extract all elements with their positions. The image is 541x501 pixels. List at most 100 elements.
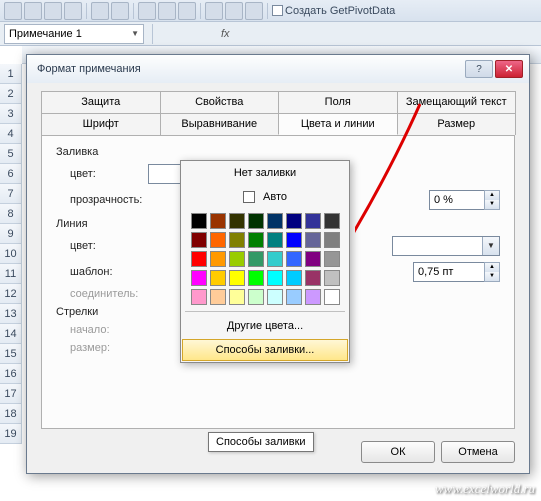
row-header[interactable]: 4 xyxy=(0,124,22,144)
tab-margins[interactable]: Поля xyxy=(278,91,398,113)
ribbon-icon-5[interactable] xyxy=(91,2,109,20)
color-swatch[interactable] xyxy=(210,251,226,267)
color-swatch[interactable] xyxy=(248,213,264,229)
color-swatch[interactable] xyxy=(248,232,264,248)
no-fill-item[interactable]: Нет заливки xyxy=(181,161,349,185)
ribbon-icon-12[interactable] xyxy=(245,2,263,20)
color-swatch[interactable] xyxy=(267,270,283,286)
color-swatch[interactable] xyxy=(248,270,264,286)
getpivot-checkbox[interactable] xyxy=(272,5,283,16)
color-swatch[interactable] xyxy=(210,270,226,286)
row-header[interactable]: 7 xyxy=(0,184,22,204)
color-swatch[interactable] xyxy=(286,213,302,229)
tab-size[interactable]: Размер xyxy=(397,113,517,135)
chevron-down-icon[interactable]: ▼ xyxy=(131,29,139,38)
chevron-down-icon: ▼ xyxy=(482,237,499,255)
name-box[interactable]: Примечание 1 ▼ xyxy=(4,24,144,44)
ribbon-icon-4[interactable] xyxy=(64,2,82,20)
color-swatch[interactable] xyxy=(267,289,283,305)
transparency-field[interactable]: 0 % xyxy=(429,190,485,210)
row-header[interactable]: 9 xyxy=(0,224,22,244)
color-swatch[interactable] xyxy=(229,289,245,305)
more-colors-item[interactable]: Другие цвета... xyxy=(181,314,349,338)
fill-effects-item[interactable]: Способы заливки... xyxy=(182,339,348,361)
color-swatch[interactable] xyxy=(286,289,302,305)
ribbon-icon-6[interactable] xyxy=(111,2,129,20)
line-width-spinner[interactable]: ▲▼ xyxy=(484,262,500,282)
tab-colors-lines[interactable]: Цвета и линии xyxy=(278,113,398,135)
color-swatch[interactable] xyxy=(229,251,245,267)
row-header[interactable]: 2 xyxy=(0,84,22,104)
color-swatch[interactable] xyxy=(191,232,207,248)
color-swatch[interactable] xyxy=(286,270,302,286)
tab-alttext[interactable]: Замещающий текст xyxy=(397,91,517,113)
color-swatch[interactable] xyxy=(324,289,340,305)
color-swatch[interactable] xyxy=(229,213,245,229)
color-swatch[interactable] xyxy=(210,232,226,248)
ribbon-icon-9[interactable] xyxy=(178,2,196,20)
row-header[interactable]: 19 xyxy=(0,424,22,444)
color-swatch[interactable] xyxy=(305,213,321,229)
ribbon-icon-7[interactable] xyxy=(138,2,156,20)
color-swatch[interactable] xyxy=(324,232,340,248)
color-swatch[interactable] xyxy=(267,251,283,267)
row-header[interactable]: 10 xyxy=(0,244,22,264)
color-swatch[interactable] xyxy=(305,270,321,286)
color-swatch[interactable] xyxy=(191,270,207,286)
help-button[interactable]: ? xyxy=(465,60,493,78)
row-header[interactable]: 1 xyxy=(0,64,22,84)
tab-alignment[interactable]: Выравнивание xyxy=(160,113,280,135)
color-swatch[interactable] xyxy=(324,213,340,229)
color-swatch[interactable] xyxy=(305,251,321,267)
row-header[interactable]: 11 xyxy=(0,264,22,284)
ribbon-icon-2[interactable] xyxy=(24,2,42,20)
row-header[interactable]: 13 xyxy=(0,304,22,324)
color-swatch[interactable] xyxy=(267,213,283,229)
row-header[interactable]: 12 xyxy=(0,284,22,304)
color-swatch[interactable] xyxy=(229,232,245,248)
row-header[interactable]: 14 xyxy=(0,324,22,344)
color-swatch[interactable] xyxy=(286,251,302,267)
color-swatch[interactable] xyxy=(324,270,340,286)
color-swatch[interactable] xyxy=(191,251,207,267)
fx-label[interactable]: fx xyxy=(221,28,230,40)
row-header[interactable]: 8 xyxy=(0,204,22,224)
row-header[interactable]: 17 xyxy=(0,384,22,404)
color-swatch[interactable] xyxy=(191,213,207,229)
color-swatch[interactable] xyxy=(248,251,264,267)
tab-protection[interactable]: Защита xyxy=(41,91,161,113)
ribbon-icon-11[interactable] xyxy=(225,2,243,20)
row-header[interactable]: 18 xyxy=(0,404,22,424)
ribbon-icon-3[interactable] xyxy=(44,2,62,20)
row-header[interactable]: 5 xyxy=(0,144,22,164)
color-swatch[interactable] xyxy=(324,251,340,267)
row-header[interactable]: 3 xyxy=(0,104,22,124)
color-swatch[interactable] xyxy=(210,213,226,229)
transparency-spinner[interactable]: ▲▼ xyxy=(484,190,500,210)
line-style-combo[interactable]: ▼ xyxy=(392,236,500,256)
ribbon-icon-1[interactable] xyxy=(4,2,22,20)
color-swatch[interactable] xyxy=(267,232,283,248)
color-swatch[interactable] xyxy=(286,232,302,248)
row-headers: 12345678910111213141516171819 xyxy=(0,64,22,444)
color-swatch[interactable] xyxy=(305,289,321,305)
line-width-field[interactable]: 0,75 пт xyxy=(413,262,485,282)
color-swatch[interactable] xyxy=(229,270,245,286)
color-swatch[interactable] xyxy=(191,289,207,305)
tab-properties[interactable]: Свойства xyxy=(160,91,280,113)
color-swatch[interactable] xyxy=(248,289,264,305)
close-button[interactable]: ✕ xyxy=(495,60,523,78)
ok-button[interactable]: ОК xyxy=(361,441,435,463)
row-header[interactable]: 15 xyxy=(0,344,22,364)
row-header[interactable]: 6 xyxy=(0,164,22,184)
color-picker-popup: Нет заливки Авто Другие цвета... Способы… xyxy=(180,160,350,363)
ribbon-icon-8[interactable] xyxy=(158,2,176,20)
color-swatch[interactable] xyxy=(305,232,321,248)
ribbon-icon-10[interactable] xyxy=(205,2,223,20)
row-header[interactable]: 16 xyxy=(0,364,22,384)
cancel-button[interactable]: Отмена xyxy=(441,441,515,463)
tab-font[interactable]: Шрифт xyxy=(41,113,161,135)
auto-item[interactable]: Авто xyxy=(181,185,349,209)
auto-swatch-icon xyxy=(243,191,255,203)
color-swatch[interactable] xyxy=(210,289,226,305)
